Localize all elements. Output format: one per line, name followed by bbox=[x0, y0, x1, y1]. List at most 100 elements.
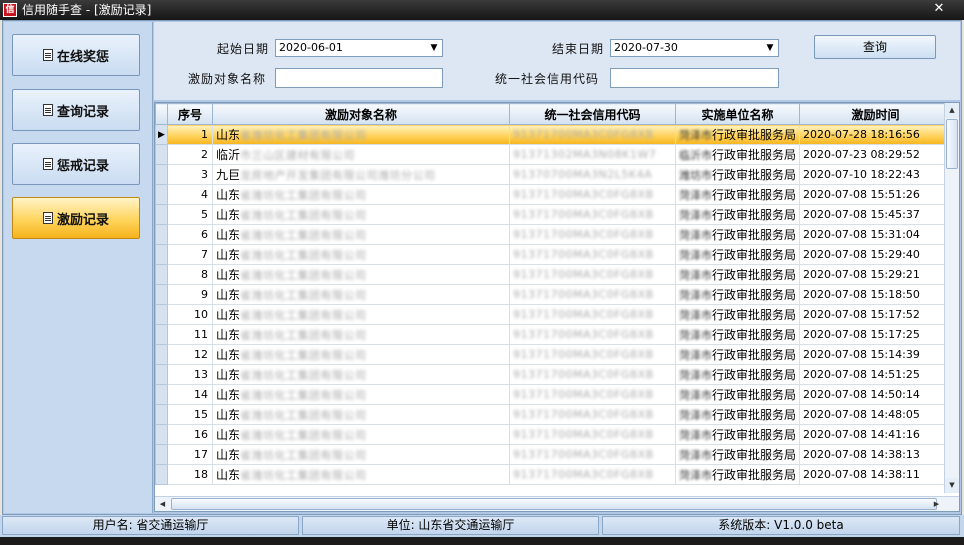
cell-credit-code: 91371700MA3C0FG8XB bbox=[509, 324, 676, 345]
table-row[interactable]: 2 临沂市兰山区建材有限公司 91371302MA3N08K1W7 临沂市行政审批服务… bbox=[155, 144, 953, 165]
unit-suffix: 行政审批服务局 bbox=[712, 308, 797, 322]
table-row[interactable]: 7 山东省潍坊化工集团有限公司 91371700MA3C0FG8XB 菏泽市行政审批服… bbox=[155, 244, 953, 265]
main-frame: 在线奖惩 查询记录 惩戒记录 激励记录 起始日期 2020-06-01 ▼ 结束… bbox=[2, 20, 962, 515]
row-header[interactable] bbox=[155, 384, 168, 405]
table-row[interactable]: 11 山东省潍坊化工集团有限公司 91371700MA3C0FG8XB 菏泽市行政审批… bbox=[155, 324, 953, 345]
table-row[interactable]: 9 山东省潍坊化工集团有限公司 91371700MA3C0FG8XB 菏泽市行政审批服… bbox=[155, 284, 953, 305]
cell-credit-code: 91371700MA3C0FG8XB bbox=[509, 364, 676, 385]
nav-online-rewards-button[interactable]: 在线奖惩 bbox=[12, 34, 140, 76]
cell-credit-code: 91371302MA3N08K1W7 bbox=[509, 144, 676, 165]
cell-time: 2020-07-08 15:51:26 bbox=[799, 184, 953, 205]
column-header[interactable]: 实施单位名称 bbox=[674, 103, 801, 125]
cell-unit: 菏泽市行政审批服务局 bbox=[674, 124, 801, 145]
cell-time: 2020-07-23 08:29:52 bbox=[799, 144, 953, 165]
name-masked: 省潍坊化工集团有限公司 bbox=[240, 129, 367, 142]
row-header[interactable] bbox=[155, 184, 168, 205]
name-prefix: 山东 bbox=[216, 248, 241, 262]
row-header[interactable] bbox=[155, 344, 168, 365]
unit-suffix: 行政审批服务局 bbox=[712, 128, 797, 142]
close-icon[interactable]: ✕ bbox=[924, 0, 954, 18]
cell-credit-code: 91371700MA3C0FG8XB bbox=[509, 244, 676, 265]
unit-masked: 菏泽市 bbox=[679, 309, 712, 322]
credit-code-masked: 91371700MA3C0FG8XB bbox=[513, 288, 654, 301]
row-header[interactable] bbox=[155, 304, 168, 325]
scroll-right-icon[interactable]: ▶ bbox=[929, 497, 944, 511]
table-row[interactable]: 4 山东省潍坊化工集团有限公司 91371700MA3C0FG8XB 菏泽市行政审批服… bbox=[155, 184, 953, 205]
unit-suffix: 行政审批服务局 bbox=[712, 268, 797, 282]
incentive-name-input[interactable] bbox=[275, 68, 443, 88]
scroll-thumb[interactable] bbox=[171, 498, 937, 510]
row-header[interactable] bbox=[155, 204, 168, 225]
unit-masked: 菏泽市 bbox=[679, 129, 712, 142]
horizontal-scrollbar[interactable]: ◀ ▶ bbox=[155, 496, 959, 511]
row-header[interactable] bbox=[155, 144, 168, 165]
nav-incentive-records-button[interactable]: 激励记录 bbox=[12, 197, 140, 239]
cell-credit-code: 91371700MA3C0FG8XB bbox=[509, 304, 676, 325]
row-header[interactable] bbox=[155, 424, 168, 445]
row-header[interactable] bbox=[155, 284, 168, 305]
cell-name: 山东省潍坊化工集团有限公司 bbox=[212, 324, 510, 345]
cell-unit: 菏泽市行政审批服务局 bbox=[674, 404, 801, 425]
table-row[interactable]: 16 山东省潍坊化工集团有限公司 91371700MA3C0FG8XB 菏泽市行政审批… bbox=[155, 424, 953, 445]
column-header[interactable]: 激励时间 bbox=[799, 103, 953, 125]
cell-unit: 菏泽市行政审批服务局 bbox=[674, 244, 801, 265]
table-row[interactable]: 5 山东省潍坊化工集团有限公司 91371700MA3C0FG8XB 菏泽市行政审批服… bbox=[155, 204, 953, 225]
nav-query-records-button[interactable]: 查询记录 bbox=[12, 89, 140, 131]
table-row[interactable]: 6 山东省潍坊化工集团有限公司 91371700MA3C0FG8XB 菏泽市行政审批服… bbox=[155, 224, 953, 245]
unit-masked: 菏泽市 bbox=[679, 209, 712, 222]
name-prefix: 山东 bbox=[216, 348, 241, 362]
column-header[interactable]: 统一社会信用代码 bbox=[509, 103, 676, 125]
name-masked: 省潍坊化工集团有限公司 bbox=[240, 349, 367, 362]
row-header[interactable] bbox=[155, 264, 168, 285]
scroll-down-icon[interactable]: ▼ bbox=[945, 478, 959, 493]
credit-code-masked: 91371302MA3N08K1W7 bbox=[513, 148, 657, 161]
row-header[interactable] bbox=[155, 164, 168, 185]
unit-masked: 菏泽市 bbox=[679, 229, 712, 242]
title-bar: 信 信用随手查 - [激励记录] ✕ bbox=[0, 0, 964, 20]
credit-code-input[interactable] bbox=[610, 68, 779, 88]
row-header[interactable] bbox=[155, 244, 168, 265]
table-row[interactable]: 3 九巨龙房地产开发集团有限公司潍坊分公司 91370700MA3N2L5K4A 潍坊… bbox=[155, 164, 953, 185]
start-date-picker[interactable]: 2020-06-01 ▼ bbox=[275, 39, 443, 57]
query-button[interactable]: 查询 bbox=[814, 35, 936, 59]
table-row[interactable]: 10 山东省潍坊化工集团有限公司 91371700MA3C0FG8XB 菏泽市行政审批… bbox=[155, 304, 953, 325]
vertical-scrollbar[interactable]: ▲ ▼ bbox=[944, 103, 959, 493]
row-header[interactable] bbox=[155, 324, 168, 345]
end-date-picker[interactable]: 2020-07-30 ▼ bbox=[610, 39, 779, 57]
table-row[interactable]: 14 山东省潍坊化工集团有限公司 91371700MA3C0FG8XB 菏泽市行政审批… bbox=[155, 384, 953, 405]
table-row[interactable]: ▶ 1 山东省潍坊化工集团有限公司 91371700MA3C0FG8XB 菏泽市行政审批… bbox=[155, 124, 953, 145]
chevron-down-icon[interactable]: ▼ bbox=[426, 40, 442, 56]
table-row[interactable]: 13 山东省潍坊化工集团有限公司 91371700MA3C0FG8XB 菏泽市行政审批… bbox=[155, 364, 953, 385]
scroll-up-icon[interactable]: ▲ bbox=[945, 103, 959, 118]
cell-unit: 菏泽市行政审批服务局 bbox=[674, 424, 801, 445]
table-row[interactable]: 8 山东省潍坊化工集团有限公司 91371700MA3C0FG8XB 菏泽市行政审批服… bbox=[155, 264, 953, 285]
cell-credit-code: 91371700MA3C0FG8XB bbox=[509, 404, 676, 425]
table-row[interactable]: 18 山东省潍坊化工集团有限公司 91371700MA3C0FG8XB 菏泽市行政审批… bbox=[155, 464, 953, 485]
row-header[interactable] bbox=[155, 464, 168, 485]
cell-unit: 菏泽市行政审批服务局 bbox=[674, 324, 801, 345]
scroll-thumb[interactable] bbox=[946, 119, 958, 169]
row-header[interactable] bbox=[155, 404, 168, 425]
table-row[interactable]: 12 山东省潍坊化工集团有限公司 91371700MA3C0FG8XB 菏泽市行政审批… bbox=[155, 344, 953, 365]
credit-code-masked: 91371700MA3C0FG8XB bbox=[513, 328, 654, 341]
cell-unit: 菏泽市行政审批服务局 bbox=[674, 204, 801, 225]
cell-credit-code: 91371700MA3C0FG8XB bbox=[509, 124, 676, 145]
document-icon bbox=[42, 104, 53, 116]
table-row[interactable]: 17 山东省潍坊化工集团有限公司 91371700MA3C0FG8XB 菏泽市行政审批… bbox=[155, 444, 953, 465]
unit-suffix: 行政审批服务局 bbox=[712, 208, 797, 222]
row-header[interactable] bbox=[155, 224, 168, 245]
cell-time: 2020-07-08 15:14:39 bbox=[799, 344, 953, 365]
column-header[interactable]: 激励对象名称 bbox=[212, 103, 510, 125]
nav-punishment-records-button[interactable]: 惩戒记录 bbox=[12, 143, 140, 185]
chevron-down-icon[interactable]: ▼ bbox=[762, 40, 778, 56]
column-header[interactable]: 序号 bbox=[167, 103, 213, 125]
row-header[interactable] bbox=[155, 444, 168, 465]
cell-credit-code: 91371700MA3C0FG8XB bbox=[509, 224, 676, 245]
row-header[interactable]: ▶ bbox=[155, 124, 168, 145]
unit-suffix: 行政审批服务局 bbox=[712, 148, 797, 162]
row-header[interactable] bbox=[155, 364, 168, 385]
unit-masked: 菏泽市 bbox=[679, 289, 712, 302]
table-row[interactable]: 15 山东省潍坊化工集团有限公司 91371700MA3C0FG8XB 菏泽市行政审批… bbox=[155, 404, 953, 425]
name-masked: 省潍坊化工集团有限公司 bbox=[240, 269, 367, 282]
scroll-left-icon[interactable]: ◀ bbox=[155, 497, 170, 511]
